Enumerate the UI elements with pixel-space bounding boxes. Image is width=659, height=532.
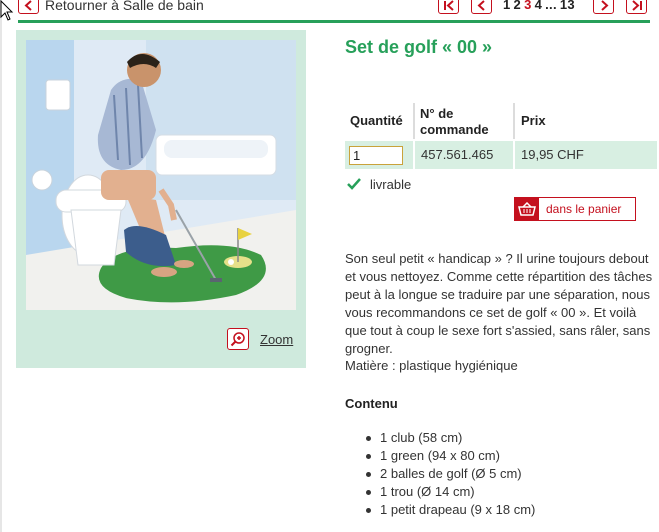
- navigation-bar: Retourner à Salle de bain 1 2 3 4... 13: [18, 0, 650, 23]
- page-link[interactable]: 13: [560, 0, 575, 12]
- order-number-header: N° de commande: [420, 106, 489, 137]
- page-ellipsis: ...: [545, 0, 557, 12]
- last-page-icon: [631, 0, 642, 11]
- list-item: 1 green (94 x 80 cm): [366, 447, 535, 465]
- product-description: Son seul petit « handicap » ? Il urine t…: [345, 251, 653, 356]
- quantity-header: Quantité: [350, 113, 403, 128]
- page-link[interactable]: 4: [535, 0, 543, 12]
- chevron-right-icon: [600, 0, 608, 11]
- first-page-button[interactable]: [438, 0, 459, 14]
- list-item-text: 1 trou (Ø 14 cm): [380, 484, 475, 499]
- product-material: Matière : plastique hygiénique: [345, 358, 518, 373]
- add-to-cart-label: dans le panier: [546, 202, 622, 216]
- basket-icon: [515, 198, 539, 220]
- column-divider: [413, 141, 415, 169]
- checkmark-icon: [347, 178, 361, 190]
- chevron-left-icon: [477, 0, 485, 11]
- magnifier-icon: [230, 332, 245, 347]
- list-item-text: 1 green (94 x 80 cm): [380, 448, 500, 463]
- list-item: 2 balles de golf (Ø 5 cm): [366, 465, 535, 483]
- bullet-icon: [366, 472, 371, 477]
- back-link[interactable]: Retourner à Salle de bain: [45, 0, 204, 13]
- product-illustration: [26, 40, 296, 310]
- back-button[interactable]: [18, 0, 39, 14]
- header-divider: [18, 20, 650, 23]
- list-item: 1 club (58 cm): [366, 429, 535, 447]
- product-image-panel: Zoom: [16, 30, 306, 368]
- next-page-button[interactable]: [593, 0, 614, 14]
- chevron-left-icon: [24, 0, 32, 11]
- current-page: 3: [524, 0, 532, 12]
- list-item: 1 petit drapeau (9 x 18 cm): [366, 501, 535, 519]
- add-to-cart-button[interactable]: dans le panier: [514, 197, 636, 221]
- page-left-border: [0, 0, 2, 532]
- bullet-icon: [366, 508, 371, 513]
- list-item: 1 trou (Ø 14 cm): [366, 483, 535, 501]
- bullet-icon: [366, 454, 371, 459]
- last-page-button[interactable]: [626, 0, 647, 14]
- product-photo[interactable]: [26, 40, 296, 310]
- list-item-text: 2 balles de golf (Ø 5 cm): [380, 466, 522, 481]
- order-number-value: 457.561.465: [421, 147, 494, 162]
- mouse-cursor-icon: [0, 0, 14, 21]
- list-item-text: 1 club (58 cm): [380, 430, 463, 445]
- page-link[interactable]: 1: [503, 0, 511, 12]
- bullet-icon: [366, 490, 371, 495]
- zoom-icon[interactable]: [227, 328, 249, 350]
- order-row: 457.561.465 19,95 CHF: [345, 141, 657, 169]
- availability-status: livrable: [370, 177, 412, 192]
- previous-page-button[interactable]: [471, 0, 492, 14]
- pagination: 1 2 3 4... 13: [503, 0, 578, 12]
- list-item-text: 1 petit drapeau (9 x 18 cm): [380, 502, 536, 517]
- page-link[interactable]: 2: [514, 0, 522, 12]
- price-header: Prix: [521, 113, 546, 128]
- quantity-input[interactable]: [349, 146, 403, 165]
- product-title: Set de golf « 00 »: [345, 37, 493, 57]
- contents-heading: Contenu: [345, 396, 398, 411]
- zoom-link[interactable]: Zoom: [260, 332, 293, 347]
- price-value: 19,95 CHF: [521, 147, 584, 162]
- column-divider: [413, 103, 415, 139]
- column-divider: [513, 141, 515, 169]
- contents-list: 1 club (58 cm) 1 green (94 x 80 cm) 2 ba…: [366, 429, 535, 519]
- bullet-icon: [366, 436, 371, 441]
- first-page-icon: [443, 0, 454, 11]
